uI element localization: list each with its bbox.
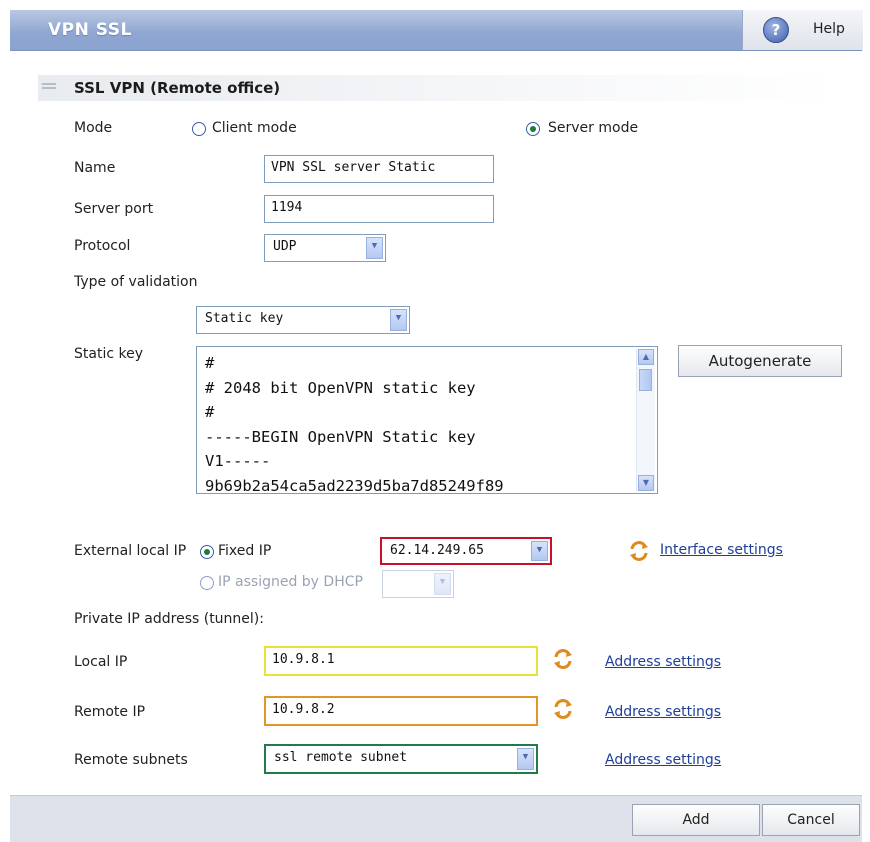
section-title: SSL VPN (Remote office): [74, 79, 281, 97]
dhcp-ip-label[interactable]: IP assigned by DHCP: [218, 574, 363, 590]
local-ip-label: Local IP: [74, 654, 128, 670]
server-port-input[interactable]: 1194: [264, 195, 494, 223]
validation-select[interactable]: Static key ▼: [196, 306, 410, 334]
autogenerate-button[interactable]: Autogenerate: [678, 345, 842, 377]
validation-value: Static key: [205, 311, 284, 326]
dhcp-ip-select: ▼: [382, 570, 454, 598]
add-button[interactable]: Add: [632, 804, 760, 836]
client-mode-label[interactable]: Client mode: [212, 120, 297, 136]
name-input[interactable]: VPN SSL server Static: [264, 155, 494, 183]
scroll-thumb[interactable]: [639, 369, 652, 391]
scroll-up-icon[interactable]: ▲: [638, 349, 654, 365]
fixed-ip-label[interactable]: Fixed IP: [218, 543, 271, 559]
server-mode-radio[interactable]: [526, 122, 540, 136]
external-ip-label: External local IP: [74, 543, 187, 559]
remote-ip-label: Remote IP: [74, 704, 146, 720]
local-ip-input[interactable]: 10.9.8.1: [264, 646, 538, 676]
window-titlebar: VPN SSL ? Help: [10, 10, 863, 51]
remote-ip-input[interactable]: 10.9.8.2: [264, 696, 538, 726]
static-key-label: Static key: [74, 346, 143, 362]
dialog-footer: Add Cancel: [10, 795, 862, 842]
protocol-value: UDP: [273, 239, 297, 254]
remote-ip-address-settings-link[interactable]: Address settings: [605, 704, 721, 720]
client-mode-radio[interactable]: [192, 122, 206, 136]
scroll-down-icon[interactable]: ▼: [638, 475, 654, 491]
protocol-label: Protocol: [74, 238, 131, 254]
chevron-down-icon[interactable]: ▼: [517, 748, 534, 770]
refresh-cycle-icon[interactable]: [628, 540, 650, 562]
dhcp-ip-radio[interactable]: [200, 576, 214, 590]
chevron-down-icon: ▼: [434, 573, 451, 595]
fixed-ip-value: 62.14.249.65: [390, 543, 484, 558]
name-label: Name: [74, 160, 116, 176]
static-key-textarea[interactable]: # # 2048 bit OpenVPN static key # -----BEGI…: [196, 346, 658, 495]
static-key-scrollbar[interactable]: ▲ ▼: [636, 349, 655, 491]
chevron-down-icon[interactable]: ▼: [366, 237, 383, 259]
server-port-label: Server port: [74, 201, 154, 217]
chevron-down-icon[interactable]: ▼: [531, 541, 548, 561]
collapse-grip-icon: [42, 83, 56, 85]
interface-settings-link[interactable]: Interface settings: [660, 542, 783, 558]
remote-subnets-label: Remote subnets: [74, 752, 188, 768]
fixed-ip-select[interactable]: 62.14.249.65 ▼: [380, 537, 552, 565]
protocol-select[interactable]: UDP ▼: [264, 234, 386, 262]
section-header[interactable]: SSL VPN (Remote office): [38, 75, 840, 101]
help-button[interactable]: ? Help: [742, 10, 863, 50]
private-ip-heading: Private IP address (tunnel):: [74, 611, 264, 627]
local-ip-address-settings-link[interactable]: Address settings: [605, 654, 721, 670]
mode-label: Mode: [74, 120, 113, 136]
fixed-ip-radio[interactable]: [200, 545, 214, 559]
remote-subnets-select[interactable]: ssl remote subnet ▼: [264, 744, 538, 774]
server-mode-label[interactable]: Server mode: [548, 120, 638, 136]
remote-subnets-value: ssl remote subnet: [274, 750, 408, 765]
static-key-text: # # 2048 bit OpenVPN static key # -----BEGI…: [205, 354, 504, 495]
refresh-cycle-icon[interactable]: [552, 648, 574, 670]
refresh-cycle-icon[interactable]: [552, 698, 574, 720]
validation-label: Type of validation: [74, 274, 198, 290]
window-title: VPN SSL: [48, 20, 132, 40]
cancel-button[interactable]: Cancel: [762, 804, 860, 836]
chevron-down-icon[interactable]: ▼: [390, 309, 407, 331]
remote-subnets-address-settings-link[interactable]: Address settings: [605, 752, 721, 768]
help-icon: ?: [763, 17, 789, 43]
help-label: Help: [813, 21, 845, 37]
